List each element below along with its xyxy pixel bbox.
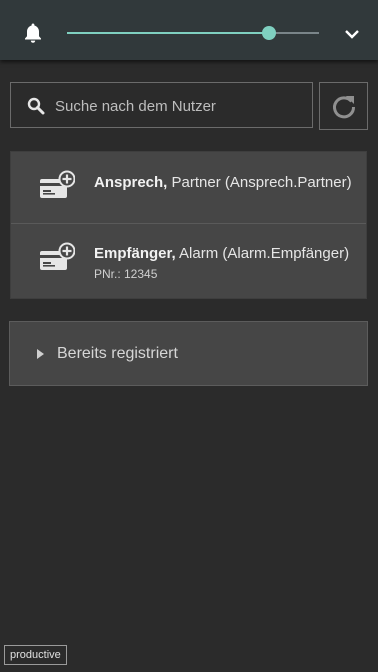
user-list: Ansprech, Partner (Ansprech.Partner) Emp… [10, 151, 367, 299]
search-icon [27, 97, 45, 115]
user-name: Empfänger, Alarm (Alarm.Empfänger) [94, 245, 349, 262]
registered-accordion[interactable]: Bereits registriert [9, 321, 368, 386]
search-box [10, 82, 313, 128]
refresh-icon [333, 96, 356, 119]
user-lastname: Ansprech, [94, 174, 168, 191]
bell-icon[interactable] [21, 21, 45, 45]
search-input[interactable] [53, 93, 307, 119]
caret-right-icon [37, 349, 44, 359]
user-details: Alarm (Alarm.Empfänger) [175, 245, 350, 262]
user-details: Partner (Ansprech.Partner) [167, 174, 352, 191]
user-name: Ansprech, Partner (Ansprech.Partner) [94, 174, 352, 191]
slider-thumb[interactable] [262, 26, 276, 40]
level-slider[interactable] [67, 26, 319, 40]
registered-label: Bereits registriert [57, 345, 178, 362]
add-card-icon [40, 242, 75, 270]
user-pnr: PNr.: 12345 [94, 267, 158, 281]
user-list-item[interactable]: Empfänger, Alarm (Alarm.Empfänger) PNr.:… [11, 223, 366, 296]
top-bar [0, 0, 378, 60]
user-lastname: Empfänger, [94, 245, 176, 262]
slider-fill [67, 32, 269, 34]
environment-badge: productive [4, 645, 67, 665]
user-list-item[interactable]: Ansprech, Partner (Ansprech.Partner) [11, 152, 366, 224]
chevron-down-icon[interactable] [344, 28, 360, 40]
refresh-button[interactable] [319, 82, 368, 130]
add-card-icon [40, 170, 75, 198]
